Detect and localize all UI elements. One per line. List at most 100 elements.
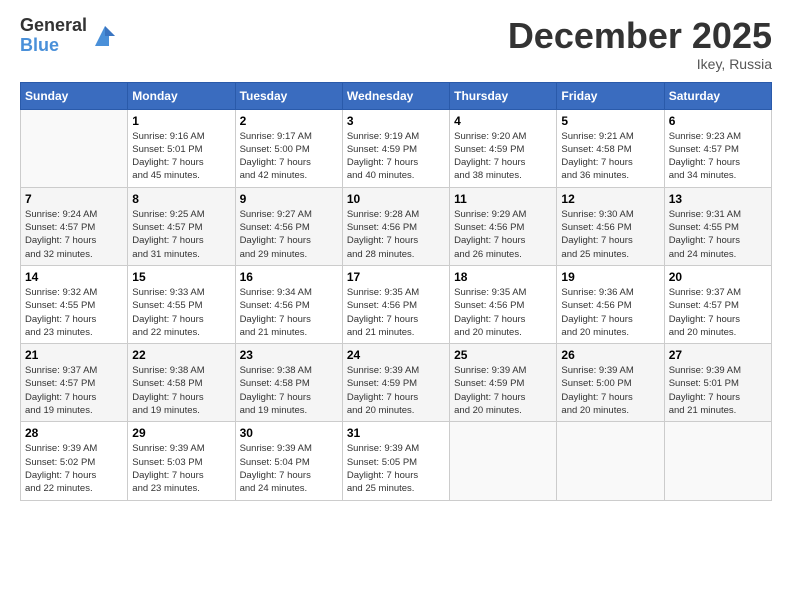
day-cell-18: 18 Sunrise: 9:35 AM Sunset: 4:56 PM Dayli… [450, 265, 557, 343]
day-info-26: Sunrise: 9:39 AM Sunset: 5:00 PM Dayligh… [561, 364, 659, 417]
day-cell-13: 13 Sunrise: 9:31 AM Sunset: 4:55 PM Dayli… [664, 187, 771, 265]
day-number-3: 3 [347, 114, 445, 128]
location: Ikey, Russia [508, 56, 772, 72]
day-cell-21: 21Sunrise: 9:37 AM Sunset: 4:57 PM Dayli… [21, 344, 128, 422]
day-cell-25: 25 Sunrise: 9:39 AM Sunset: 4:59 PM Dayli… [450, 344, 557, 422]
day-info-7: Sunrise: 9:24 AM Sunset: 4:57 PM Dayligh… [25, 208, 123, 261]
day-cell-20: 20 Sunrise: 9:37 AM Sunset: 4:57 PM Dayli… [664, 265, 771, 343]
day-cell-14: 14Sunrise: 9:32 AM Sunset: 4:55 PM Dayli… [21, 265, 128, 343]
day-number-9: 9 [240, 192, 338, 206]
day-number-22: 22 [132, 348, 230, 362]
day-number-29: 29 [132, 426, 230, 440]
calendar-body: 1 Sunrise: 9:16 AM Sunset: 5:01 PM Daylig… [21, 109, 772, 500]
day-info-30: Sunrise: 9:39 AM Sunset: 5:04 PM Dayligh… [240, 442, 338, 495]
day-info-16: Sunrise: 9:34 AM Sunset: 4:56 PM Dayligh… [240, 286, 338, 339]
day-cell-15: 15 Sunrise: 9:33 AM Sunset: 4:55 PM Dayli… [128, 265, 235, 343]
day-cell-8: 8 Sunrise: 9:25 AM Sunset: 4:57 PM Daylig… [128, 187, 235, 265]
header: General Blue December 2025 Ikey, Russia [20, 16, 772, 72]
day-number-20: 20 [669, 270, 767, 284]
week-row-1: 1 Sunrise: 9:16 AM Sunset: 5:01 PM Daylig… [21, 109, 772, 187]
empty-cell [450, 422, 557, 500]
day-info-19: Sunrise: 9:36 AM Sunset: 4:56 PM Dayligh… [561, 286, 659, 339]
day-cell-5: 5 Sunrise: 9:21 AM Sunset: 4:58 PM Daylig… [557, 109, 664, 187]
column-header-saturday: Saturday [664, 82, 771, 109]
day-number-5: 5 [561, 114, 659, 128]
day-number-24: 24 [347, 348, 445, 362]
day-info-15: Sunrise: 9:33 AM Sunset: 4:55 PM Dayligh… [132, 286, 230, 339]
day-number-2: 2 [240, 114, 338, 128]
day-number-18: 18 [454, 270, 552, 284]
calendar-header: SundayMondayTuesdayWednesdayThursdayFrid… [21, 82, 772, 109]
day-number-6: 6 [669, 114, 767, 128]
day-info-8: Sunrise: 9:25 AM Sunset: 4:57 PM Dayligh… [132, 208, 230, 261]
page: General Blue December 2025 Ikey, Russia … [0, 0, 792, 612]
day-cell-9: 9 Sunrise: 9:27 AM Sunset: 4:56 PM Daylig… [235, 187, 342, 265]
day-info-11: Sunrise: 9:29 AM Sunset: 4:56 PM Dayligh… [454, 208, 552, 261]
column-header-tuesday: Tuesday [235, 82, 342, 109]
day-info-21: Sunrise: 9:37 AM Sunset: 4:57 PM Dayligh… [25, 364, 123, 417]
logo-general-text: General [20, 16, 87, 36]
day-cell-27: 27 Sunrise: 9:39 AM Sunset: 5:01 PM Dayli… [664, 344, 771, 422]
week-row-5: 28 Sunrise: 9:39 AM Sunset: 5:02 PM Dayli… [21, 422, 772, 500]
day-number-12: 12 [561, 192, 659, 206]
day-info-17: Sunrise: 9:35 AM Sunset: 4:56 PM Dayligh… [347, 286, 445, 339]
day-number-26: 26 [561, 348, 659, 362]
day-number-11: 11 [454, 192, 552, 206]
day-cell-17: 17Sunrise: 9:35 AM Sunset: 4:56 PM Dayli… [342, 265, 449, 343]
day-cell-19: 19 Sunrise: 9:36 AM Sunset: 4:56 PM Dayli… [557, 265, 664, 343]
day-number-14: 14 [25, 270, 123, 284]
day-number-13: 13 [669, 192, 767, 206]
day-number-19: 19 [561, 270, 659, 284]
calendar-table: SundayMondayTuesdayWednesdayThursdayFrid… [20, 82, 772, 501]
day-info-31: Sunrise: 9:39 AM Sunset: 5:05 PM Dayligh… [347, 442, 445, 495]
day-number-16: 16 [240, 270, 338, 284]
day-cell-30: 30 Sunrise: 9:39 AM Sunset: 5:04 PM Dayli… [235, 422, 342, 500]
header-row: SundayMondayTuesdayWednesdayThursdayFrid… [21, 82, 772, 109]
day-info-23: Sunrise: 9:38 AM Sunset: 4:58 PM Dayligh… [240, 364, 338, 417]
day-info-5: Sunrise: 9:21 AM Sunset: 4:58 PM Dayligh… [561, 130, 659, 183]
day-number-7: 7 [25, 192, 123, 206]
week-row-3: 14Sunrise: 9:32 AM Sunset: 4:55 PM Dayli… [21, 265, 772, 343]
day-cell-10: 10 Sunrise: 9:28 AM Sunset: 4:56 PM Dayli… [342, 187, 449, 265]
column-header-sunday: Sunday [21, 82, 128, 109]
day-number-28: 28 [25, 426, 123, 440]
day-info-28: Sunrise: 9:39 AM Sunset: 5:02 PM Dayligh… [25, 442, 123, 495]
day-cell-24: 24 Sunrise: 9:39 AM Sunset: 4:59 PM Dayli… [342, 344, 449, 422]
day-number-10: 10 [347, 192, 445, 206]
day-number-27: 27 [669, 348, 767, 362]
day-number-15: 15 [132, 270, 230, 284]
day-info-18: Sunrise: 9:35 AM Sunset: 4:56 PM Dayligh… [454, 286, 552, 339]
day-number-30: 30 [240, 426, 338, 440]
day-info-4: Sunrise: 9:20 AM Sunset: 4:59 PM Dayligh… [454, 130, 552, 183]
day-cell-11: 11 Sunrise: 9:29 AM Sunset: 4:56 PM Dayli… [450, 187, 557, 265]
day-info-1: Sunrise: 9:16 AM Sunset: 5:01 PM Dayligh… [132, 130, 230, 183]
day-number-1: 1 [132, 114, 230, 128]
month-title: December 2025 [508, 16, 772, 56]
day-cell-1: 1 Sunrise: 9:16 AM Sunset: 5:01 PM Daylig… [128, 109, 235, 187]
day-info-22: Sunrise: 9:38 AM Sunset: 4:58 PM Dayligh… [132, 364, 230, 417]
day-info-25: Sunrise: 9:39 AM Sunset: 4:59 PM Dayligh… [454, 364, 552, 417]
logo: General Blue [20, 16, 119, 56]
day-info-9: Sunrise: 9:27 AM Sunset: 4:56 PM Dayligh… [240, 208, 338, 261]
day-info-3: Sunrise: 9:19 AM Sunset: 4:59 PM Dayligh… [347, 130, 445, 183]
day-info-10: Sunrise: 9:28 AM Sunset: 4:56 PM Dayligh… [347, 208, 445, 261]
logo-icon [91, 22, 119, 50]
day-cell-12: 12Sunrise: 9:30 AM Sunset: 4:56 PM Dayli… [557, 187, 664, 265]
day-cell-26: 26 Sunrise: 9:39 AM Sunset: 5:00 PM Dayli… [557, 344, 664, 422]
day-info-27: Sunrise: 9:39 AM Sunset: 5:01 PM Dayligh… [669, 364, 767, 417]
day-number-25: 25 [454, 348, 552, 362]
day-number-31: 31 [347, 426, 445, 440]
day-number-23: 23 [240, 348, 338, 362]
column-header-monday: Monday [128, 82, 235, 109]
day-info-24: Sunrise: 9:39 AM Sunset: 4:59 PM Dayligh… [347, 364, 445, 417]
logo-blue-text: Blue [20, 36, 87, 56]
title-block: December 2025 Ikey, Russia [508, 16, 772, 72]
day-info-13: Sunrise: 9:31 AM Sunset: 4:55 PM Dayligh… [669, 208, 767, 261]
day-info-20: Sunrise: 9:37 AM Sunset: 4:57 PM Dayligh… [669, 286, 767, 339]
day-info-29: Sunrise: 9:39 AM Sunset: 5:03 PM Dayligh… [132, 442, 230, 495]
column-header-wednesday: Wednesday [342, 82, 449, 109]
day-cell-31: 31 Sunrise: 9:39 AM Sunset: 5:05 PM Dayli… [342, 422, 449, 500]
empty-cell [557, 422, 664, 500]
day-number-8: 8 [132, 192, 230, 206]
day-cell-16: 16 Sunrise: 9:34 AM Sunset: 4:56 PM Dayli… [235, 265, 342, 343]
